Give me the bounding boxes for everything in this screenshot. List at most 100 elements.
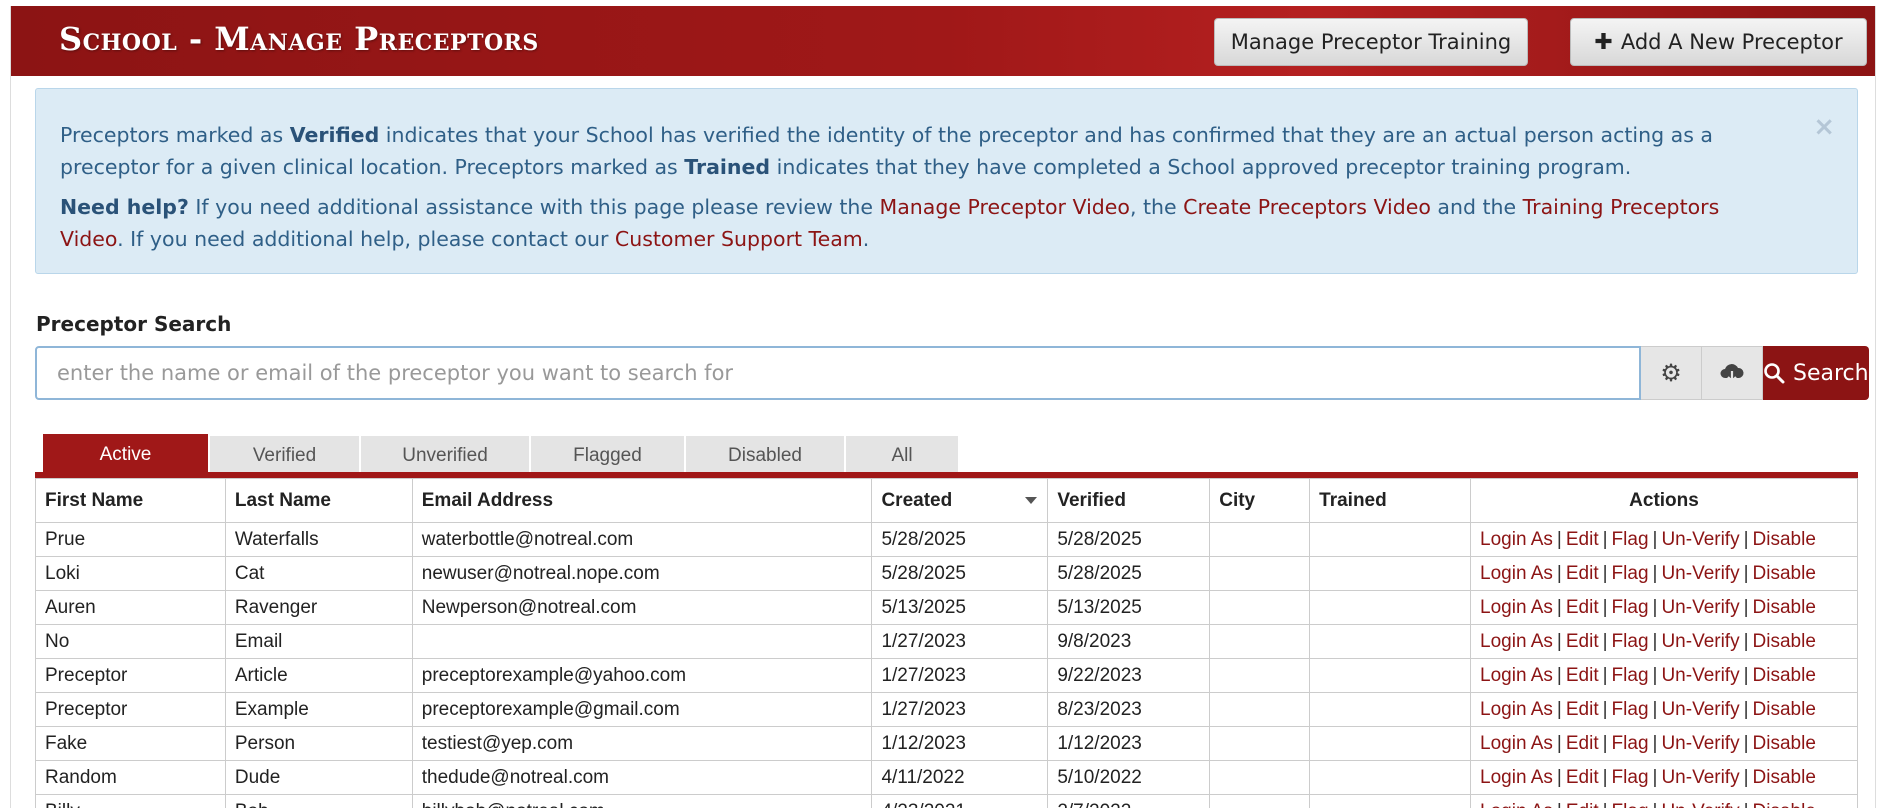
tab-disabled[interactable]: Disabled — [686, 436, 846, 476]
customer-support-link[interactable]: Customer Support Team — [615, 227, 863, 251]
login-as-link[interactable]: Login As — [1480, 631, 1553, 652]
login-as-link[interactable]: Login As — [1480, 597, 1553, 618]
un-verify-link[interactable]: Un-Verify — [1661, 733, 1739, 754]
first-name-cell: Auren — [35, 590, 226, 625]
column-header-verified[interactable]: Verified — [1047, 478, 1211, 523]
action-separator: | — [1556, 698, 1562, 720]
disable-link[interactable]: Disable — [1753, 665, 1816, 686]
trained-cell — [1309, 794, 1472, 808]
action-separator: | — [1743, 562, 1749, 584]
disable-link[interactable]: Disable — [1753, 699, 1816, 720]
city-cell — [1209, 658, 1311, 693]
first-name-cell: Random — [35, 760, 226, 795]
un-verify-link[interactable]: Un-Verify — [1661, 631, 1739, 652]
need-help-label: Need help? — [60, 195, 189, 219]
action-separator: | — [1602, 698, 1608, 720]
flag-link[interactable]: Flag — [1612, 529, 1649, 550]
tab-unverified[interactable]: Unverified — [361, 436, 531, 476]
un-verify-link[interactable]: Un-Verify — [1661, 665, 1739, 686]
city-cell — [1209, 760, 1311, 795]
trained-cell — [1309, 590, 1472, 625]
flag-link[interactable]: Flag — [1612, 767, 1649, 788]
email-cell: thedude@notreal.com — [411, 760, 873, 795]
login-as-link[interactable]: Login As — [1480, 733, 1553, 754]
settings-button[interactable]: ⚙ — [1641, 346, 1702, 400]
email-cell: Newperson@notreal.com — [411, 590, 873, 625]
created-cell: 4/23/2021 — [871, 794, 1049, 808]
column-header-city[interactable]: City — [1209, 478, 1311, 523]
action-separator: | — [1743, 664, 1749, 686]
tab-verified[interactable]: Verified — [210, 436, 361, 476]
un-verify-link[interactable]: Un-Verify — [1661, 699, 1739, 720]
un-verify-link[interactable]: Un-Verify — [1661, 529, 1739, 550]
edit-link[interactable]: Edit — [1566, 597, 1599, 618]
tab-all[interactable]: All — [846, 436, 960, 476]
flag-link[interactable]: Flag — [1612, 699, 1649, 720]
manage-preceptor-video-link[interactable]: Manage Preceptor Video — [880, 195, 1130, 219]
flag-link[interactable]: Flag — [1612, 733, 1649, 754]
column-header-email[interactable]: Email Address — [411, 478, 873, 523]
column-header-first-name[interactable]: First Name — [35, 478, 226, 523]
disable-link[interactable]: Disable — [1753, 631, 1816, 652]
login-as-link[interactable]: Login As — [1480, 767, 1553, 788]
edit-link[interactable]: Edit — [1566, 631, 1599, 652]
un-verify-link[interactable]: Un-Verify — [1661, 563, 1739, 584]
actions-cell: Login As|Edit|Flag|Un-Verify|Disable — [1470, 624, 1858, 659]
edit-link[interactable]: Edit — [1566, 699, 1599, 720]
action-separator: | — [1602, 562, 1608, 584]
disable-link[interactable]: Disable — [1753, 597, 1816, 618]
disable-link[interactable]: Disable — [1753, 529, 1816, 550]
create-preceptors-video-link[interactable]: Create Preceptors Video — [1183, 195, 1431, 219]
un-verify-link[interactable]: Un-Verify — [1661, 767, 1739, 788]
search-button[interactable]: Search — [1763, 346, 1869, 400]
edit-link[interactable]: Edit — [1566, 563, 1599, 584]
login-as-link[interactable]: Login As — [1480, 699, 1553, 720]
preceptors-table: First Name Last Name Email Address Creat… — [35, 478, 1858, 808]
first-name-cell: Loki — [35, 556, 226, 591]
actions-cell: Login As|Edit|Flag|Un-Verify|Disable — [1470, 760, 1858, 795]
tab-flagged[interactable]: Flagged — [531, 436, 686, 476]
add-new-preceptor-button[interactable]: ✚ Add A New Preceptor — [1570, 18, 1867, 66]
last-name-cell: Article — [224, 658, 413, 693]
table-row: Random Dude thedude@notreal.com 4/11/2022 5/… — [35, 760, 1858, 795]
edit-link[interactable]: Edit — [1566, 801, 1599, 808]
login-as-link[interactable]: Login As — [1480, 563, 1553, 584]
flag-link[interactable]: Flag — [1612, 631, 1649, 652]
action-separator: | — [1652, 766, 1658, 788]
manage-preceptor-training-button[interactable]: Manage Preceptor Training — [1214, 18, 1528, 66]
action-separator: | — [1652, 732, 1658, 754]
flag-link[interactable]: Flag — [1612, 563, 1649, 584]
last-name-cell: Bob — [224, 794, 413, 808]
login-as-link[interactable]: Login As — [1480, 529, 1553, 550]
created-cell: 5/28/2025 — [871, 556, 1049, 591]
edit-link[interactable]: Edit — [1566, 767, 1599, 788]
flag-link[interactable]: Flag — [1612, 665, 1649, 686]
disable-link[interactable]: Disable — [1753, 733, 1816, 754]
flag-link[interactable]: Flag — [1612, 801, 1649, 808]
download-button[interactable] — [1702, 346, 1763, 400]
login-as-link[interactable]: Login As — [1480, 801, 1553, 808]
disable-link[interactable]: Disable — [1753, 563, 1816, 584]
login-as-link[interactable]: Login As — [1480, 665, 1553, 686]
action-separator: | — [1743, 596, 1749, 618]
disable-link[interactable]: Disable — [1753, 767, 1816, 788]
flag-link[interactable]: Flag — [1612, 597, 1649, 618]
actions-cell: Login As|Edit|Flag|Un-Verify|Disable — [1470, 726, 1858, 761]
city-cell — [1209, 556, 1311, 591]
edit-link[interactable]: Edit — [1566, 665, 1599, 686]
edit-link[interactable]: Edit — [1566, 529, 1599, 550]
search-input[interactable] — [35, 346, 1641, 400]
column-header-trained[interactable]: Trained — [1309, 478, 1472, 523]
last-name-cell: Dude — [224, 760, 413, 795]
disable-link[interactable]: Disable — [1753, 801, 1816, 808]
column-header-created[interactable]: Created — [871, 478, 1049, 523]
un-verify-link[interactable]: Un-Verify — [1661, 597, 1739, 618]
un-verify-link[interactable]: Un-Verify — [1661, 801, 1739, 808]
email-cell: newuser@notreal.nope.com — [411, 556, 873, 591]
column-header-actions: Actions — [1470, 478, 1858, 523]
search-icon — [1764, 363, 1785, 384]
column-header-last-name[interactable]: Last Name — [224, 478, 413, 523]
tab-active[interactable]: Active — [43, 434, 210, 476]
edit-link[interactable]: Edit — [1566, 733, 1599, 754]
close-icon[interactable]: × — [1813, 111, 1835, 143]
